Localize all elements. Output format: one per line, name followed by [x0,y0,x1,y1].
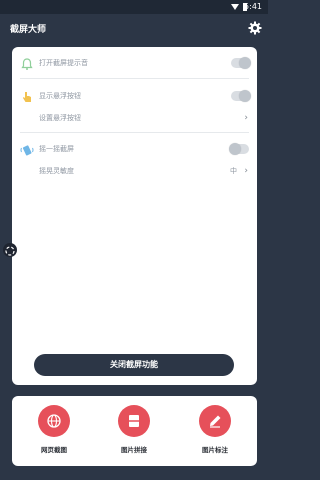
hand-pointer-icon [20,89,34,103]
tool-label: 图片标注 [202,446,228,454]
divider [20,78,249,79]
notify-sound-label: 打开截屏提示音 [39,59,88,67]
gear-icon[interactable] [248,20,262,35]
bell-icon [20,56,34,70]
chevron-right-icon: › [244,113,248,123]
image-annotate-tool[interactable]: 图片标注 [190,405,240,463]
globe-icon [38,405,70,437]
show-float-toggle[interactable] [231,90,251,102]
app-bar: 截屏大师 [0,14,268,42]
notify-sound-toggle[interactable] [231,57,251,69]
shake-phone-icon [20,142,34,156]
tool-label: 网页截图 [41,446,67,454]
divider [20,132,249,133]
float-settings-label: 设置悬浮按钮 [39,114,81,122]
pencil-icon [199,405,231,437]
signal-icon [231,3,239,11]
close-screenshot-button[interactable]: 关闭截屏功能 [34,354,234,376]
show-float-label: 显示悬浮按钮 [39,92,81,100]
notify-sound-row[interactable]: 打开截屏提示音 [12,50,257,76]
app-title: 截屏大师 [10,25,47,35]
shake-toggle[interactable] [229,143,249,155]
float-settings-row[interactable]: 设置悬浮按钮 › [12,105,257,131]
chevron-right-icon: › [244,166,248,176]
floating-ball[interactable] [3,243,17,257]
settings-card: 打开截屏提示音 显示悬浮按钮 设置悬浮按钮 › 摇一摇截屏 摇晃灵敏度 中 › … [12,47,257,385]
shake-sensitivity-value: 中 [230,167,237,175]
web-capture-tool[interactable]: 网页截图 [29,405,79,463]
shake-label: 摇一摇截屏 [39,145,74,153]
status-bar: 5:41 [0,0,268,14]
shake-sensitivity-row[interactable]: 摇晃灵敏度 中 › [12,158,257,184]
shake-sensitivity-label: 摇晃灵敏度 [39,167,74,175]
status-time: 5:41 [244,2,262,11]
tools-panel: 网页截图 图片拼接 图片标注 [12,396,257,466]
tool-label: 图片拼接 [121,446,147,454]
split-image-icon [118,405,150,437]
image-stitch-tool[interactable]: 图片拼接 [109,405,159,463]
